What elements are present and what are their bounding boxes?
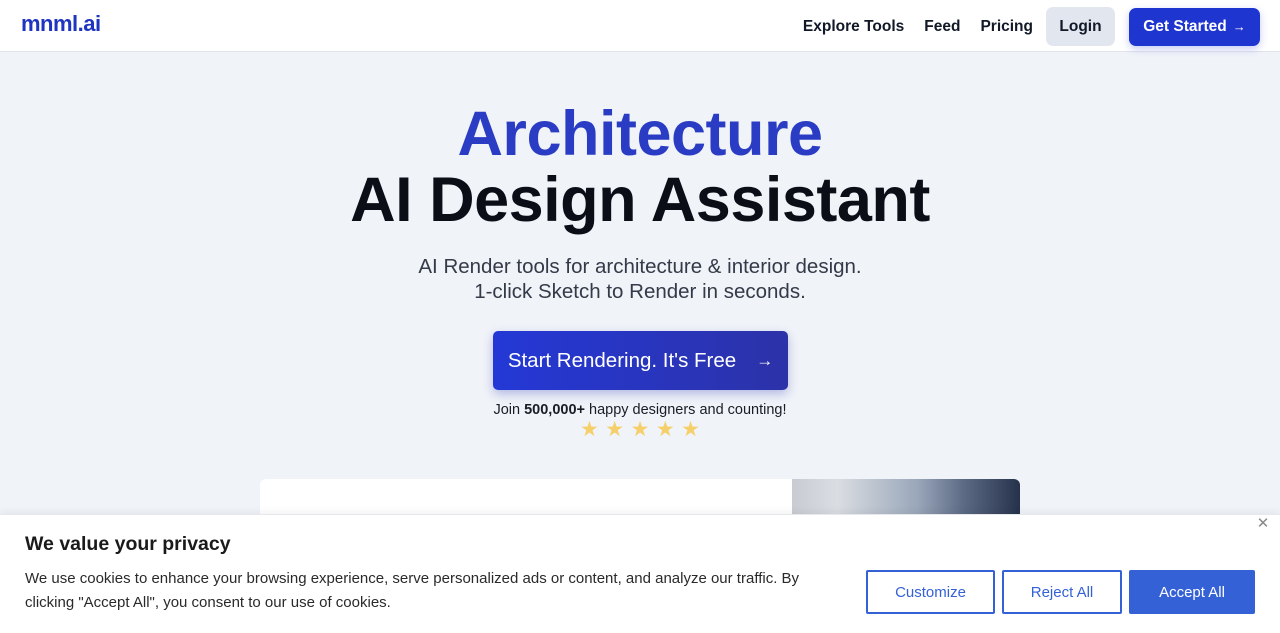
star-icon: ★ [655,418,675,441]
close-icon[interactable]: ✕ [1256,516,1270,531]
arrow-right-icon: → [756,350,774,370]
cookie-consent-banner: ✕ We value your privacy We use cookies t… [0,514,1280,633]
hero-subtitle-line-2: 1-click Sketch to Render in seconds. [474,280,806,303]
hero-title: Architecture AI Design Assistant [0,100,1280,232]
get-started-button[interactable]: Get Started → [1129,7,1260,46]
nav-pricing[interactable]: Pricing [980,18,1033,36]
nav-feed[interactable]: Feed [924,18,960,36]
star-icon: ★ [580,418,599,441]
site-header: mnml.ai Explore Tools Feed Pricing Login… [0,0,1280,52]
rating-stars: ★ ★ ★ ★ ★ [580,419,700,441]
star-icon: ★ [681,418,700,441]
star-icon: ★ [605,418,625,441]
cookie-description: We use cookies to enhance your browsing … [25,570,800,611]
hero-subtitle: AI Render tools for architecture & inter… [0,254,1280,304]
customize-button[interactable]: Customize [866,570,995,614]
login-button[interactable]: Login [1046,7,1115,46]
reject-all-button[interactable]: Reject All [1002,570,1122,614]
social-proof-suffix: happy designers and counting! [584,402,787,418]
cookie-title: We value your privacy [25,533,231,555]
hero-title-main: AI Design Assistant [350,165,930,235]
social-proof-prefix: Join [493,402,525,418]
hero-section: Architecture AI Design Assistant AI Rend… [0,100,1280,304]
social-proof-text: Join 500,000+ happy designers and counti… [0,402,1280,418]
star-icon: ★ [630,418,650,441]
arrow-right-icon: → [1232,19,1246,34]
accept-all-button[interactable]: Accept All [1129,570,1255,614]
start-rendering-button[interactable]: Start Rendering. It's Free → [493,331,788,390]
user-count: 500,000+ [524,402,585,418]
hero-title-accent: Architecture [457,99,823,169]
hero-subtitle-line-1: AI Render tools for architecture & inter… [418,255,862,278]
logo[interactable]: mnml.ai [21,11,101,37]
cta-label: Start Rendering. It's Free [507,348,737,372]
get-started-label: Get Started [1143,17,1227,35]
nav-explore-tools[interactable]: Explore Tools [803,18,904,36]
main-nav: Explore Tools Feed Pricing Login Get Sta… [803,7,1260,46]
